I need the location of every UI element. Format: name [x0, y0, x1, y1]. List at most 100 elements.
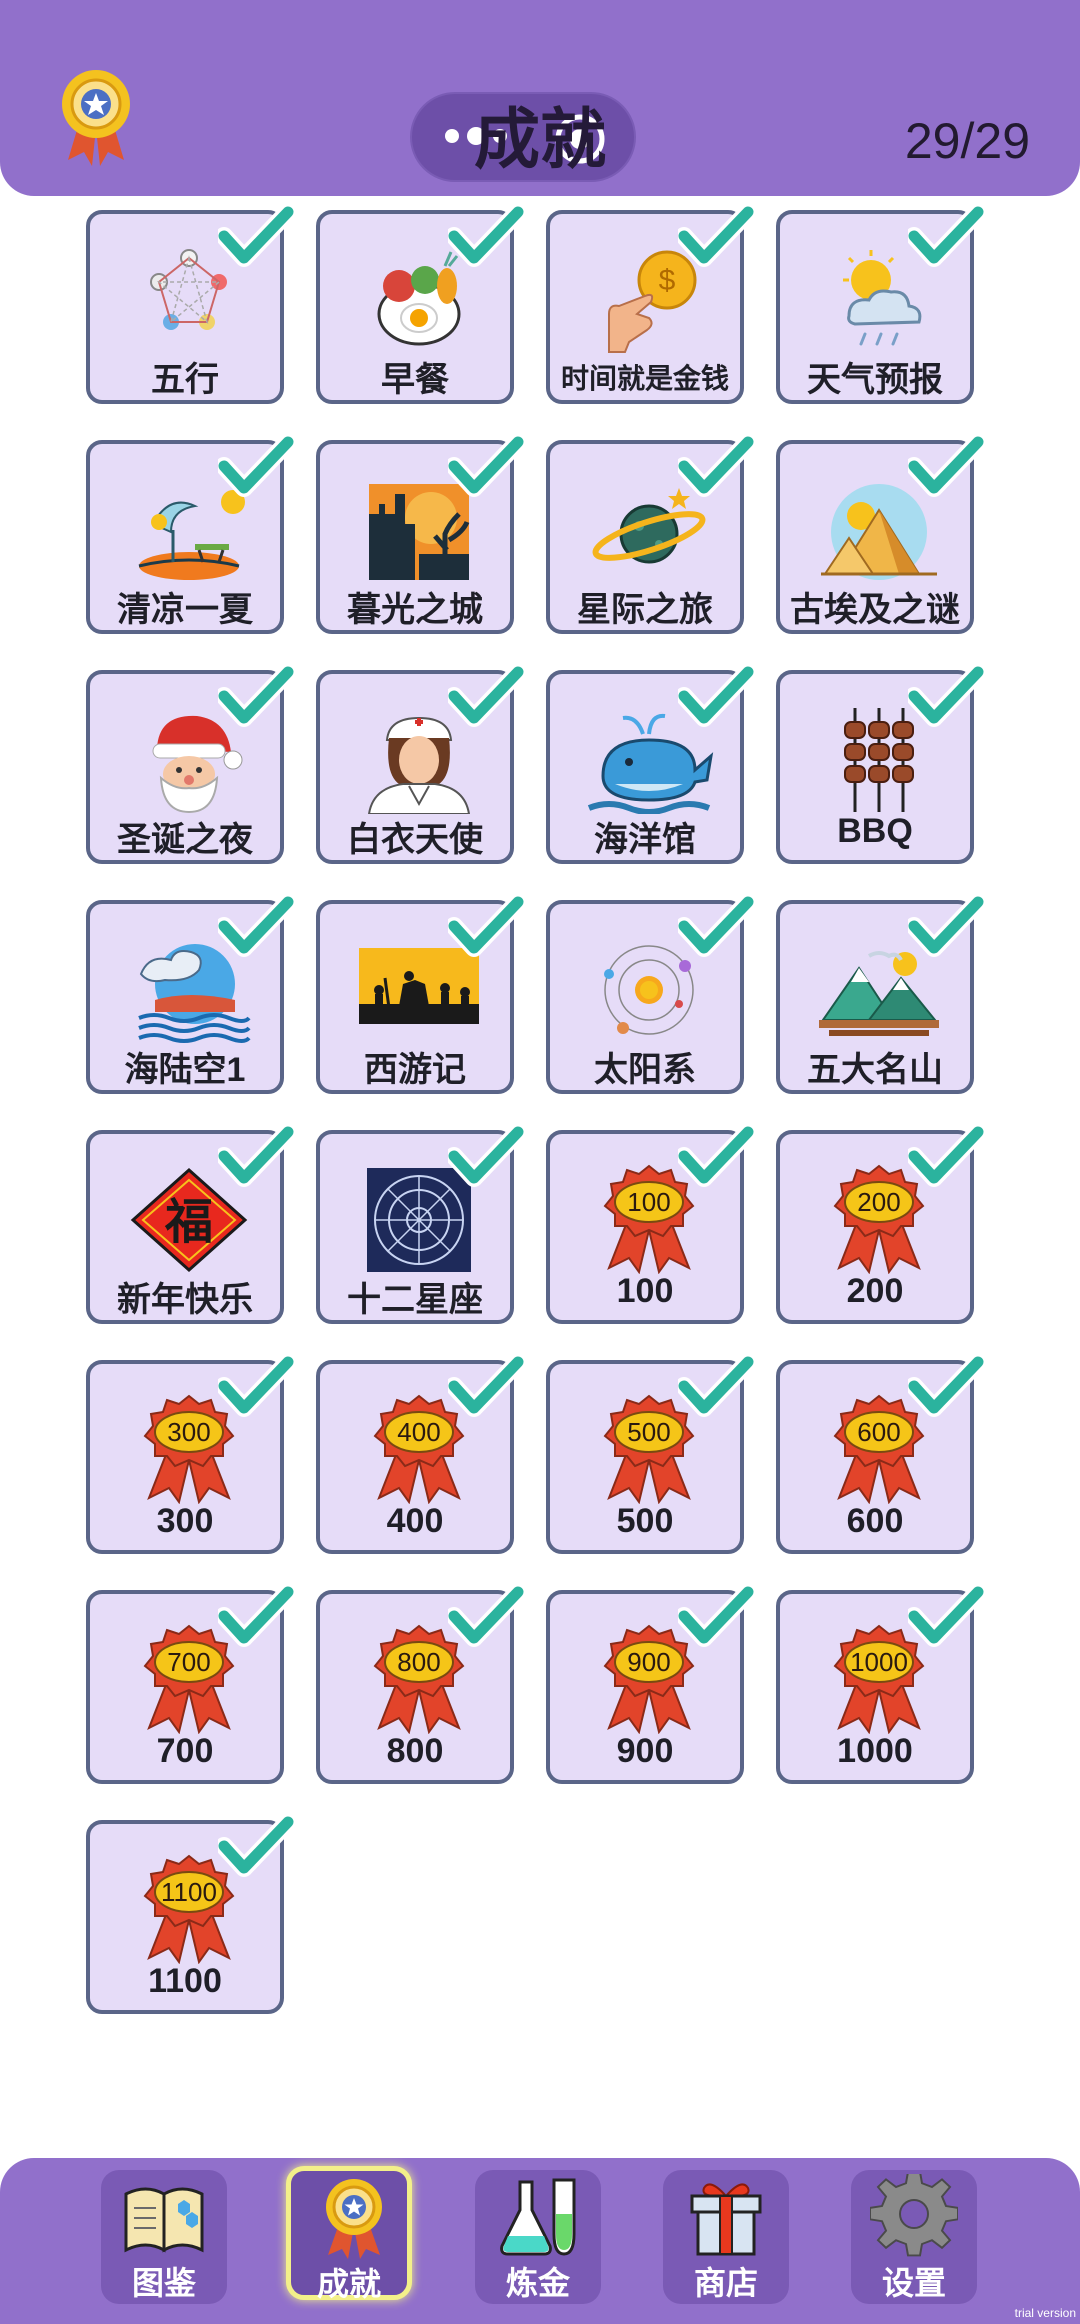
achievement-card[interactable]: 200 200	[776, 1126, 984, 1324]
achievement-card[interactable]: 400 400	[316, 1356, 524, 1554]
checkmark-icon	[218, 206, 294, 267]
rosette-badge-text: 700	[167, 1647, 210, 1677]
achievement-card[interactable]: 清凉一夏	[86, 436, 294, 634]
rosette-badge-text: 800	[397, 1647, 440, 1677]
checkmark-icon	[678, 436, 754, 497]
checkmark-icon	[448, 896, 524, 957]
checkmark-icon	[448, 206, 524, 267]
achievement-label: 600	[846, 1502, 904, 1540]
achievement-card[interactable]: 太阳系	[546, 896, 754, 1094]
checkmark-icon	[908, 436, 984, 497]
checkmark-icon	[908, 1126, 984, 1187]
flask-icon	[500, 2178, 576, 2256]
achievement-card[interactable]: 300 300	[86, 1356, 294, 1554]
checkmark-icon	[448, 1356, 524, 1417]
achievement-card[interactable]: 圣诞之夜	[86, 666, 294, 864]
achievement-card[interactable]: 早餐	[316, 206, 524, 404]
achievement-label: 圣诞之夜	[117, 821, 253, 859]
achievement-label: 海陆空1	[124, 1051, 246, 1089]
achievement-card[interactable]: 五大名山	[776, 896, 984, 1094]
achievement-label: 早餐	[381, 361, 449, 399]
checkmark-icon	[678, 666, 754, 727]
achievement-card[interactable]: 白衣天使	[316, 666, 524, 864]
nav-label: 商店	[693, 2265, 758, 2301]
rosette-badge-text: 400	[397, 1417, 440, 1447]
checkmark-icon	[218, 1126, 294, 1187]
achievement-label: 白衣天使	[347, 821, 483, 859]
achievement-card[interactable]: 西游记	[316, 896, 524, 1094]
achievement-label: 古埃及之谜	[790, 591, 960, 629]
achievement-card[interactable]: 天气预报	[776, 206, 984, 404]
watermark: trial version	[1014, 2306, 1076, 2320]
nav-label: 成就	[316, 2266, 381, 2302]
achievement-label: BBQ	[837, 812, 913, 850]
achievement-label: 西游记	[364, 1051, 466, 1089]
checkmark-icon	[678, 896, 754, 957]
achievement-card[interactable]: 星际之旅	[546, 436, 754, 634]
book-icon	[124, 2187, 204, 2253]
nav-item-0[interactable]: 图鉴	[101, 2170, 227, 2304]
achievement-card[interactable]: 900 900	[546, 1586, 754, 1784]
rosette-badge-text: 900	[627, 1647, 670, 1677]
checkmark-icon	[218, 1586, 294, 1647]
achievement-card[interactable]: 五行	[86, 206, 294, 404]
checkmark-icon	[908, 666, 984, 727]
achievement-label: 300	[156, 1502, 214, 1540]
achievement-card[interactable]: 十二星座	[316, 1126, 524, 1324]
rosette-badge-text: 100	[627, 1187, 670, 1217]
checkmark-icon	[448, 1126, 524, 1187]
nav-item-1[interactable]: 成就	[286, 2166, 412, 2302]
achievement-label: 700	[156, 1732, 214, 1770]
nav-label: 炼金	[505, 2265, 570, 2301]
checkmark-icon	[448, 666, 524, 727]
achievement-card[interactable]: 500 500	[546, 1356, 754, 1554]
checkmark-icon	[218, 436, 294, 497]
achievement-label: 太阳系	[594, 1051, 696, 1089]
achievement-card[interactable]: 暮光之城	[316, 436, 524, 634]
achievement-label: 1000	[837, 1732, 913, 1770]
achievement-label: 900	[616, 1732, 674, 1770]
rosette-badge-text: 600	[857, 1417, 900, 1447]
achievement-card[interactable]: 福新年快乐	[86, 1126, 294, 1324]
rosette-badge-text: 1100	[161, 1877, 217, 1907]
achievement-counter: 29/29	[904, 113, 1030, 169]
rosette-badge-text: 1000	[850, 1647, 908, 1677]
svg-text:$: $	[659, 264, 676, 297]
achievement-card[interactable]: BBQ	[776, 666, 984, 864]
achievement-label: 十二星座	[347, 1281, 483, 1319]
achievement-card[interactable]: 700 700	[86, 1586, 294, 1784]
achievement-card[interactable]: 古埃及之谜	[776, 436, 984, 634]
checkmark-icon	[448, 436, 524, 497]
achievement-card[interactable]: 600 600	[776, 1356, 984, 1554]
achievement-card[interactable]: 1000 1000	[776, 1586, 984, 1784]
nav-item-4[interactable]: 设置	[851, 2170, 977, 2304]
achievement-card[interactable]: 海洋馆	[546, 666, 754, 864]
achievement-label: 清凉一夏	[117, 591, 253, 629]
achievement-card[interactable]: 800 800	[316, 1586, 524, 1784]
nav-label: 图鉴	[131, 2265, 196, 2301]
achievement-label: 400	[386, 1502, 444, 1540]
checkmark-icon	[218, 1816, 294, 1877]
checkmark-icon	[678, 1126, 754, 1187]
nav-item-3[interactable]: 商店	[663, 2170, 789, 2304]
achievement-label: 100	[616, 1272, 674, 1310]
achievement-label: 天气预报	[807, 361, 943, 399]
svg-text:福: 福	[164, 1194, 213, 1250]
achievement-label: 时间就是金钱	[560, 363, 729, 394]
checkmark-icon	[678, 1586, 754, 1647]
achievement-card[interactable]: 100 100	[546, 1126, 754, 1324]
achievement-card[interactable]: 1100 1100	[86, 1816, 294, 2014]
nav-item-2[interactable]: 炼金	[475, 2170, 601, 2304]
achievement-label: 星际之旅	[577, 591, 713, 629]
gift-icon	[690, 2183, 762, 2256]
checkmark-icon	[908, 206, 984, 267]
achievement-card[interactable]: 海陆空1	[86, 896, 294, 1094]
achievement-card[interactable]: $ 时间就是金钱	[546, 206, 754, 404]
checkmark-icon	[218, 666, 294, 727]
achievement-label: 暮光之城	[347, 591, 483, 629]
checkmark-icon	[218, 896, 294, 957]
achievement-label: 1100	[148, 1962, 222, 2000]
gear-icon	[870, 2174, 958, 2257]
achievement-label: 五大名山	[807, 1051, 943, 1089]
checkmark-icon	[908, 896, 984, 957]
